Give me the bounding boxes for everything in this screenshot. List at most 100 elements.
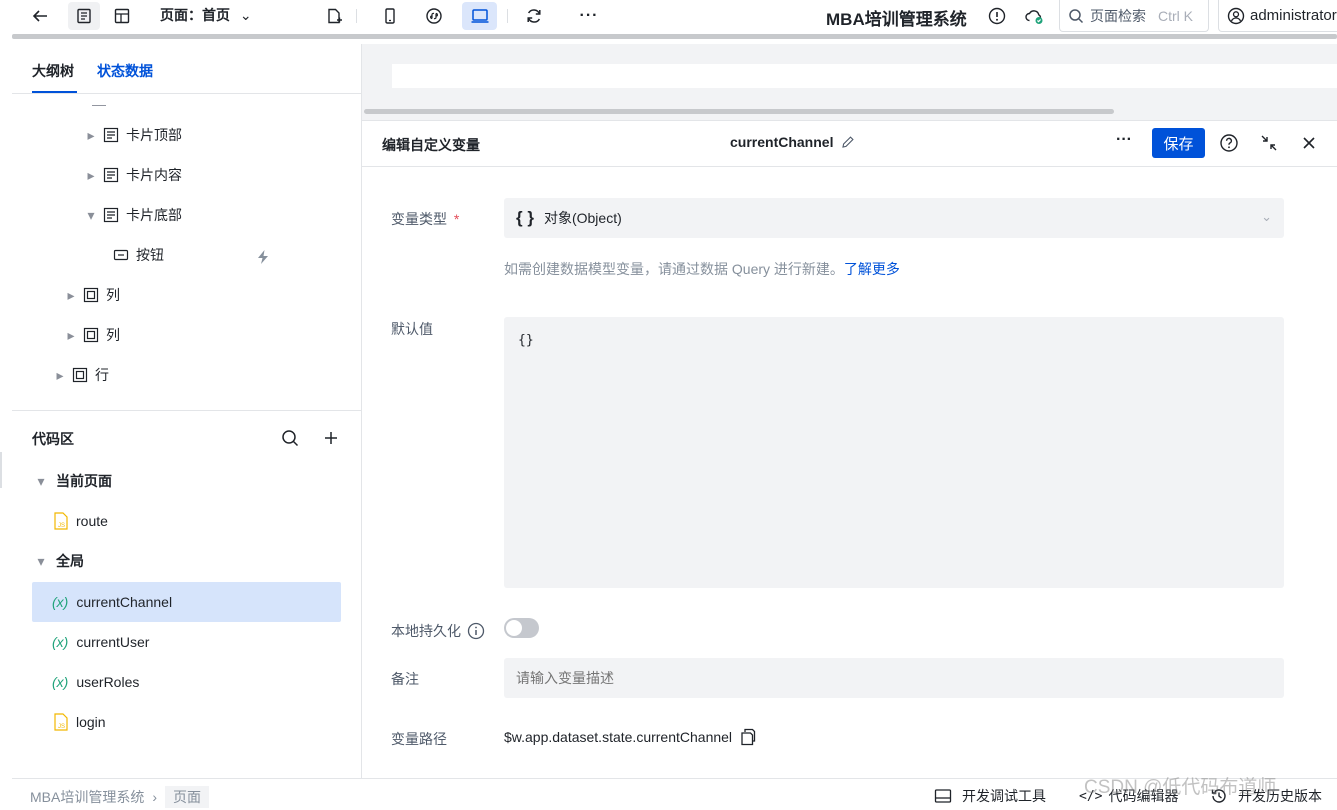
tree-label: 按钮 [136, 247, 164, 263]
warning-icon[interactable] [981, 2, 1013, 30]
variable-icon: (x) [52, 674, 69, 690]
debug-label: 开发调试工具 [962, 788, 1046, 804]
panel-resize-handle[interactable] [0, 452, 2, 488]
layout-icon[interactable] [106, 2, 138, 30]
code-item-label: userRoles [76, 674, 140, 690]
code-item-login[interactable]: JS login [52, 702, 106, 742]
code-item-label: currentUser [76, 634, 150, 650]
code-item-current-channel[interactable]: (x) currentChannel [32, 582, 341, 622]
copy-icon[interactable] [740, 728, 756, 746]
save-button[interactable]: 保存 [1152, 128, 1205, 158]
canvas-page[interactable] [392, 64, 1337, 88]
breadcrumb-app[interactable]: MBA培训管理系统 [30, 787, 144, 807]
page-selector[interactable]: 页面：首页 ⌄ [160, 5, 252, 25]
page-search-input[interactable]: 页面检索 Ctrl K [1059, 0, 1209, 32]
type-hint: 如需创建数据模型变量，请通过数据 Query 进行新建。了解更多 [504, 259, 900, 279]
debug-tools-button[interactable]: 开发调试工具 [934, 786, 1046, 806]
user-menu[interactable]: administrator [1218, 0, 1337, 32]
lightning-event-icon[interactable] [255, 249, 271, 265]
default-value-editor[interactable]: {} [504, 317, 1284, 588]
refresh-icon[interactable] [518, 2, 550, 30]
tree-label: 列 [106, 327, 120, 343]
breadcrumb-page[interactable]: 页面 [165, 786, 210, 808]
toolbar-scrollbar[interactable] [12, 34, 1337, 39]
help-icon[interactable] [1219, 133, 1239, 153]
canvas-scrollbar[interactable] [364, 109, 1114, 114]
tree-dash: — [92, 96, 106, 112]
caret-right-icon[interactable]: ▸ [55, 367, 65, 383]
code-section-title: 代码区 [32, 431, 74, 447]
js-file-icon: JS [52, 512, 70, 530]
canvas-preview [362, 44, 1337, 120]
type-select[interactable]: { } 对象(Object) ⌄ [504, 198, 1284, 238]
learn-more-link[interactable]: 了解更多 [844, 261, 900, 277]
more-icon[interactable]: ··· [573, 2, 605, 30]
object-type-icon: { } [516, 208, 534, 227]
variable-path: $w.app.dataset.state.currentChannel [504, 728, 756, 746]
tree-label: 卡片底部 [126, 207, 182, 223]
breadcrumb: MBA培训管理系统 › 页面 [30, 786, 210, 808]
edit-pencil-icon[interactable] [841, 135, 855, 149]
cloud-sync-icon[interactable] [1018, 2, 1050, 30]
caret-down-icon[interactable]: ▾ [36, 473, 46, 489]
code-item-route[interactable]: JS route [52, 501, 108, 541]
variable-icon: (x) [52, 634, 69, 650]
caret-down-icon[interactable]: ▾ [36, 553, 46, 569]
debug-panel-icon [934, 789, 952, 803]
code-section: 代码区 ▾ 当前页面 JS route ▾ 全局 (x) currentChan… [12, 410, 361, 778]
card-section-icon [102, 126, 120, 144]
tree-node-col-1[interactable]: ▸ 列 [66, 275, 120, 315]
code-item-current-user[interactable]: (x) currentUser [52, 622, 149, 662]
close-icon[interactable] [1300, 134, 1318, 152]
caret-down-icon[interactable]: ▾ [86, 207, 96, 223]
tree-node-card-top[interactable]: ▸ 卡片顶部 [86, 115, 182, 155]
card-section-icon [102, 166, 120, 184]
tab-state-data[interactable]: 状态数据 [97, 61, 153, 81]
more-icon[interactable]: ··· [1116, 131, 1132, 149]
default-value-label: 默认值 [391, 321, 433, 337]
code-item-user-roles[interactable]: (x) userRoles [52, 662, 139, 702]
js-file-icon: JS [52, 713, 70, 731]
app-title: MBA培训管理系统 [826, 10, 967, 29]
miniprogram-view-icon[interactable] [418, 2, 450, 30]
required-mark: * [453, 211, 460, 227]
mobile-view-icon[interactable] [374, 2, 406, 30]
tree-node-card-bottom[interactable]: ▾ 卡片底部 [86, 195, 182, 235]
tree-node-row[interactable]: ▸ 行 [55, 355, 109, 395]
info-icon[interactable] [467, 622, 485, 640]
search-icon[interactable] [280, 428, 300, 448]
toggle-knob [506, 620, 522, 636]
back-arrow-icon[interactable] [24, 2, 56, 30]
group-current-page[interactable]: ▾ 当前页面 [36, 461, 112, 501]
persist-toggle[interactable] [504, 618, 539, 638]
variable-name-editor[interactable]: currentChannel [730, 134, 855, 150]
tree-node-col-2[interactable]: ▸ 列 [66, 315, 120, 355]
caret-right-icon[interactable]: ▸ [86, 127, 96, 143]
user-name: administrator [1250, 7, 1337, 24]
page-selector-label: 页面：首页 [160, 7, 230, 23]
default-value-code: {} [518, 333, 534, 348]
caret-right-icon[interactable]: ▸ [66, 287, 76, 303]
chevron-right-icon: › [152, 789, 158, 805]
caret-right-icon[interactable]: ▸ [86, 167, 96, 183]
row-icon [71, 366, 89, 384]
desktop-view-icon[interactable] [462, 2, 497, 30]
top-toolbar: 页面：首页 ⌄ ··· MBA培训管理系统 页面检索 Ctrl K admini… [0, 0, 1337, 36]
group-global[interactable]: ▾ 全局 [36, 541, 84, 581]
button-component-icon [112, 246, 130, 264]
group-label: 全局 [56, 553, 84, 569]
variable-path-value: $w.app.dataset.state.currentChannel [504, 729, 733, 745]
chevron-down-icon: ⌄ [1261, 209, 1272, 224]
note-input[interactable] [504, 658, 1284, 698]
collapse-icon[interactable] [1260, 134, 1278, 152]
page-list-icon[interactable] [68, 2, 100, 30]
tree-node-button[interactable]: 按钮 [112, 235, 164, 275]
tree-node-card-content[interactable]: ▸ 卡片内容 [86, 155, 182, 195]
tree-label: 列 [106, 287, 120, 303]
add-icon[interactable] [321, 428, 341, 448]
add-page-icon[interactable] [318, 2, 350, 30]
tab-outline-tree[interactable]: 大纲树 [32, 61, 74, 81]
code-item-label: login [76, 714, 106, 730]
caret-right-icon[interactable]: ▸ [66, 327, 76, 343]
variable-name: currentChannel [730, 134, 834, 150]
